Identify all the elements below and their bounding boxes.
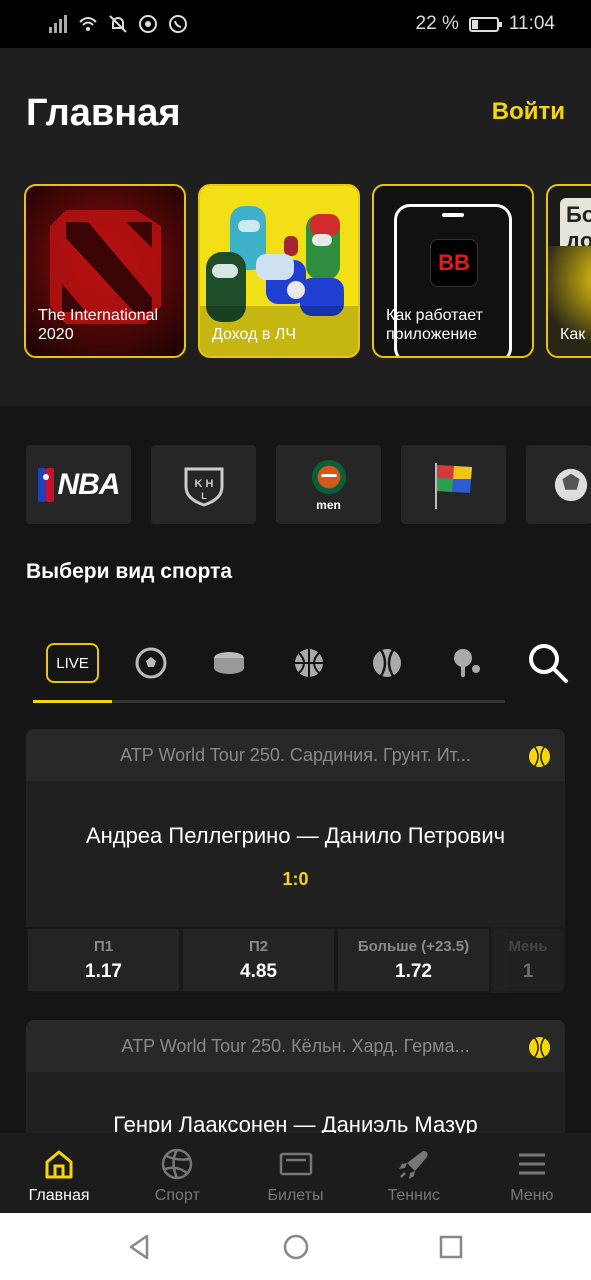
story-caption: Как работает приложение xyxy=(386,307,483,343)
wifi-icon xyxy=(79,17,97,31)
odd-label: П2 xyxy=(248,937,269,955)
mute-bell-icon xyxy=(109,15,127,33)
event-score: 1:0 xyxy=(282,869,309,889)
back-icon[interactable] xyxy=(125,1232,155,1262)
chrome-icon xyxy=(139,15,157,33)
tennis-ball-icon xyxy=(528,745,551,768)
ticket-icon xyxy=(279,1152,312,1176)
app-root: 22 % 11:04 Главная Войти The Internation… xyxy=(0,0,591,1280)
system-navigation-bar xyxy=(0,1213,591,1280)
home-circle-icon[interactable] xyxy=(281,1232,311,1262)
status-icons-right: 22 % 11:04 xyxy=(416,13,555,35)
event-league: ATP World Tour 250. Кёльн. Хард. Герма..… xyxy=(26,1020,565,1072)
league-nba[interactable]: NBA xyxy=(26,445,131,524)
story-caption: The International 2020 xyxy=(38,307,159,343)
status-bar: 22 % 11:04 xyxy=(0,0,591,48)
table-tennis-icon[interactable] xyxy=(450,647,482,679)
nav-label: Билеты xyxy=(267,1187,324,1204)
volleyball-icon xyxy=(162,1148,193,1180)
nav-home[interactable]: Главная xyxy=(0,1133,118,1213)
event-card[interactable]: ATP World Tour 250. Сардиния. Грунт. Ит.… xyxy=(26,729,565,993)
event-league: ATP World Tour 250. Сардиния. Грунт. Ит.… xyxy=(26,729,565,781)
nav-tennis[interactable]: Теннис xyxy=(355,1133,473,1213)
event-league-label: ATP World Tour 250. Сардиния. Грунт. Ит.… xyxy=(120,744,471,765)
bottom-navigation: Главная Спорт Билеты Теннис Меню xyxy=(0,1133,591,1213)
story-how-app-works[interactable]: BB Как работает приложение xyxy=(372,184,534,358)
odds-row: П1 1.17 П2 4.85 Больше (+23.5) 1.72 Мень… xyxy=(26,927,565,993)
odd-value: 1 xyxy=(522,960,534,982)
odd-button-under[interactable]: Мень 1 xyxy=(491,927,565,993)
nav-label: Теннис xyxy=(387,1187,440,1204)
event-teams: Андреа Пеллегрино — Данило Петрович xyxy=(85,823,506,848)
soccer-ball-icon[interactable] xyxy=(135,647,167,679)
league-roland-garros[interactable]: men xyxy=(276,445,381,524)
search-icon[interactable] xyxy=(527,642,569,684)
khl-shield-icon: K H L xyxy=(184,467,223,507)
svg-text:K H: K H xyxy=(194,478,213,490)
nav-label: Спорт xyxy=(154,1187,200,1204)
story-caption: Как xyxy=(560,326,586,343)
nav-tickets[interactable]: Билеты xyxy=(236,1133,354,1213)
rocket-icon xyxy=(398,1151,428,1179)
league-khl[interactable]: K H L xyxy=(151,445,256,524)
nav-sport[interactable]: Спорт xyxy=(118,1133,236,1213)
nav-label: Главная xyxy=(28,1187,90,1204)
league-nations[interactable] xyxy=(401,445,506,524)
section-title: Выбери вид спорта xyxy=(26,560,233,583)
roland-garros-label: men xyxy=(316,497,341,512)
hockey-puck-icon[interactable] xyxy=(213,647,245,679)
nations-league-flag-icon xyxy=(434,462,472,509)
tennis-ball-icon[interactable] xyxy=(371,647,403,679)
bb-logo: BB xyxy=(430,239,478,287)
story-badge-top: Бо xyxy=(566,202,591,227)
clock: 11:04 xyxy=(508,13,555,34)
hamburger-menu-icon xyxy=(518,1153,545,1175)
tab-live[interactable]: LIVE xyxy=(46,643,99,683)
battery-icon xyxy=(468,16,502,32)
whatsapp-icon xyxy=(169,15,187,33)
tabs-indicator-track xyxy=(33,700,505,703)
recents-icon[interactable] xyxy=(436,1232,466,1262)
roland-garros-icon xyxy=(311,459,346,494)
page-title: Главная xyxy=(26,92,181,134)
odd-label: Больше (+23.5) xyxy=(357,937,470,955)
basketball-icon[interactable] xyxy=(293,647,325,679)
ball-icon xyxy=(554,468,588,501)
league-euro[interactable] xyxy=(526,445,591,524)
nav-label: Меню xyxy=(510,1187,554,1204)
league-shortcuts: NBA K H L men xyxy=(26,445,591,524)
nba-logo-icon xyxy=(37,467,54,502)
odd-button-over[interactable]: Больше (+23.5) 1.72 xyxy=(336,927,491,993)
status-icons-left xyxy=(48,14,188,34)
odd-value: 1.72 xyxy=(395,960,432,982)
odd-label: П1 xyxy=(93,937,114,955)
home-icon xyxy=(45,1150,73,1179)
story-caption: Доход в ЛЧ xyxy=(212,326,296,343)
stories-carousel[interactable]: The International 2020 Доход в ЛЧ BB Как… xyxy=(24,184,591,358)
nav-menu[interactable]: Меню xyxy=(473,1133,591,1213)
story-champions-league-income[interactable]: Доход в ЛЧ xyxy=(198,184,360,358)
sport-tabs: LIVE xyxy=(0,640,591,704)
battery-percent: 22 % xyxy=(415,13,459,34)
tabs-active-indicator xyxy=(33,700,112,703)
odd-value: 4.85 xyxy=(240,960,277,982)
story-partial[interactable]: Бо до Как xyxy=(546,184,591,358)
svg-text:L: L xyxy=(201,491,207,501)
story-the-international[interactable]: The International 2020 xyxy=(24,184,186,358)
nba-label: NBA xyxy=(57,467,121,501)
signal-icon xyxy=(49,15,67,33)
event-league-label: ATP World Tour 250. Кёльн. Хард. Герма..… xyxy=(121,1035,470,1056)
odd-button-p1[interactable]: П1 1.17 xyxy=(26,927,181,993)
odd-label: Мень xyxy=(508,937,548,955)
header-area: Главная Войти The International 2020 Дох… xyxy=(0,48,591,406)
tennis-ball-icon xyxy=(528,1036,551,1059)
odd-button-p2[interactable]: П2 4.85 xyxy=(181,927,336,993)
odd-value: 1.17 xyxy=(85,960,122,982)
login-button[interactable]: Войти xyxy=(492,98,565,126)
